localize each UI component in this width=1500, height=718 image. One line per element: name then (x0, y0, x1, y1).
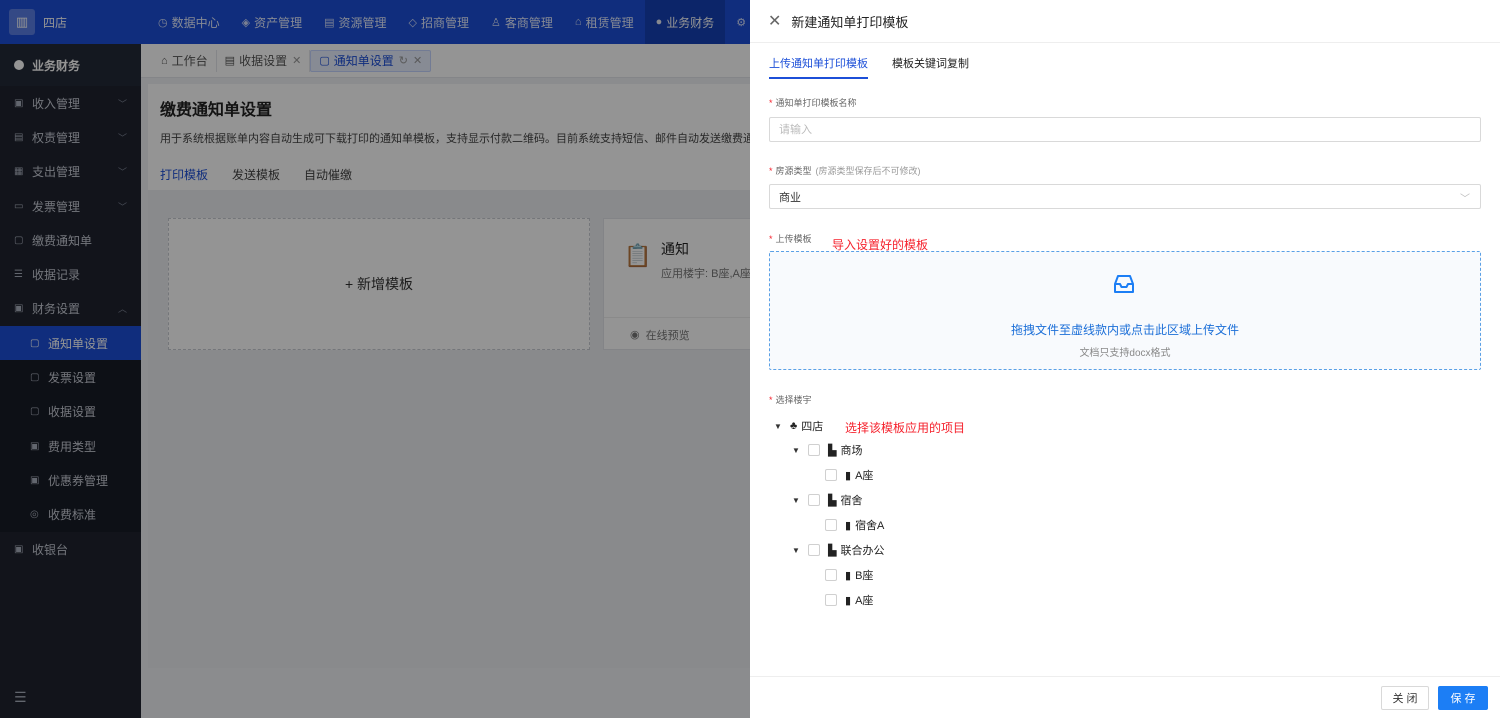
close-button[interactable]: 关 闭 (1381, 686, 1429, 710)
building-icon: ▮ (845, 469, 852, 482)
caret-down-icon[interactable]: ▼ (792, 496, 802, 505)
building-field-label: * 选择楼宇 (769, 395, 812, 405)
building-icon: ▮ (845, 569, 852, 582)
tree-node-leaf[interactable]: ▮ A座 (825, 592, 873, 608)
save-button[interactable]: 保 存 (1438, 686, 1488, 710)
modal-mask[interactable] (0, 0, 750, 718)
tab-copy-keywords[interactable]: 模板关键词复制 (892, 55, 969, 79)
name-field-label: * 通知单打印模板名称 (769, 98, 857, 108)
tree-checkbox[interactable] (808, 494, 820, 506)
tree-node-leaf[interactable]: ▮ B座 (825, 567, 873, 583)
tree-node-leaf[interactable]: ▮ 宿舍A (825, 517, 884, 533)
inbox-icon (1114, 275, 1134, 293)
tree-node-leaf[interactable]: ▮ A座 (825, 467, 873, 483)
caret-down-icon[interactable]: ▼ (792, 446, 802, 455)
building-icon: ▮ (845, 594, 852, 607)
caret-down-icon[interactable]: ▼ (774, 422, 784, 431)
new-template-drawer: ✕ 新建通知单打印模板 上传通知单打印模板 模板关键词复制 * 通知单打印模板名称… (750, 0, 1500, 718)
drawer-tabs: 上传通知单打印模板 模板关键词复制 (769, 55, 993, 79)
chevron-down-icon: ﹀ (1460, 194, 1470, 205)
upload-main-text: 拖拽文件至虚线款内或点击此区域上传文件 (1010, 323, 1239, 337)
building-icon: ▙ (828, 544, 837, 557)
org-icon: ♣ (790, 420, 798, 432)
tree-node-group[interactable]: ▼ ▙ 联合办公 (792, 542, 884, 558)
tree-annotation: 选择该模板应用的项目 (845, 421, 966, 435)
tree-checkbox[interactable] (825, 594, 837, 606)
tab-upload-template[interactable]: 上传通知单打印模板 (769, 55, 868, 79)
tree-checkbox[interactable] (825, 569, 837, 581)
type-field-label: * 房源类型 (房源类型保存后不可修改) (769, 166, 921, 176)
building-icon: ▙ (828, 444, 837, 457)
building-icon: ▮ (845, 519, 852, 532)
tree-node-group[interactable]: ▼ ▙ 宿舍 (792, 492, 862, 508)
upload-dropzone[interactable]: 拖拽文件至虚线款内或点击此区域上传文件 文档只支持docx格式 (769, 251, 1481, 370)
upload-hint-text: 文档只支持docx格式 (1079, 348, 1171, 359)
caret-down-icon[interactable]: ▼ (792, 546, 802, 555)
upload-field-label: * 上传模板 (769, 234, 812, 244)
building-icon: ▙ (828, 494, 837, 507)
tree-node-group[interactable]: ▼ ▙ 商场 (792, 442, 862, 458)
tree-checkbox[interactable] (808, 444, 820, 456)
drawer-title: 新建通知单打印模板 (791, 14, 909, 30)
tree-node-root[interactable]: ▼ ♣ 四店 (774, 418, 823, 434)
template-name-input[interactable] (769, 117, 1481, 142)
drawer-header: ✕ 新建通知单打印模板 (750, 0, 1500, 43)
drawer-footer: 关 闭 保 存 (750, 676, 1500, 718)
tree-checkbox[interactable] (825, 469, 837, 481)
property-type-select[interactable]: 商业 ﹀ (769, 184, 1481, 209)
close-icon[interactable]: ✕ (768, 11, 781, 31)
tree-checkbox[interactable] (825, 519, 837, 531)
tree-checkbox[interactable] (808, 544, 820, 556)
